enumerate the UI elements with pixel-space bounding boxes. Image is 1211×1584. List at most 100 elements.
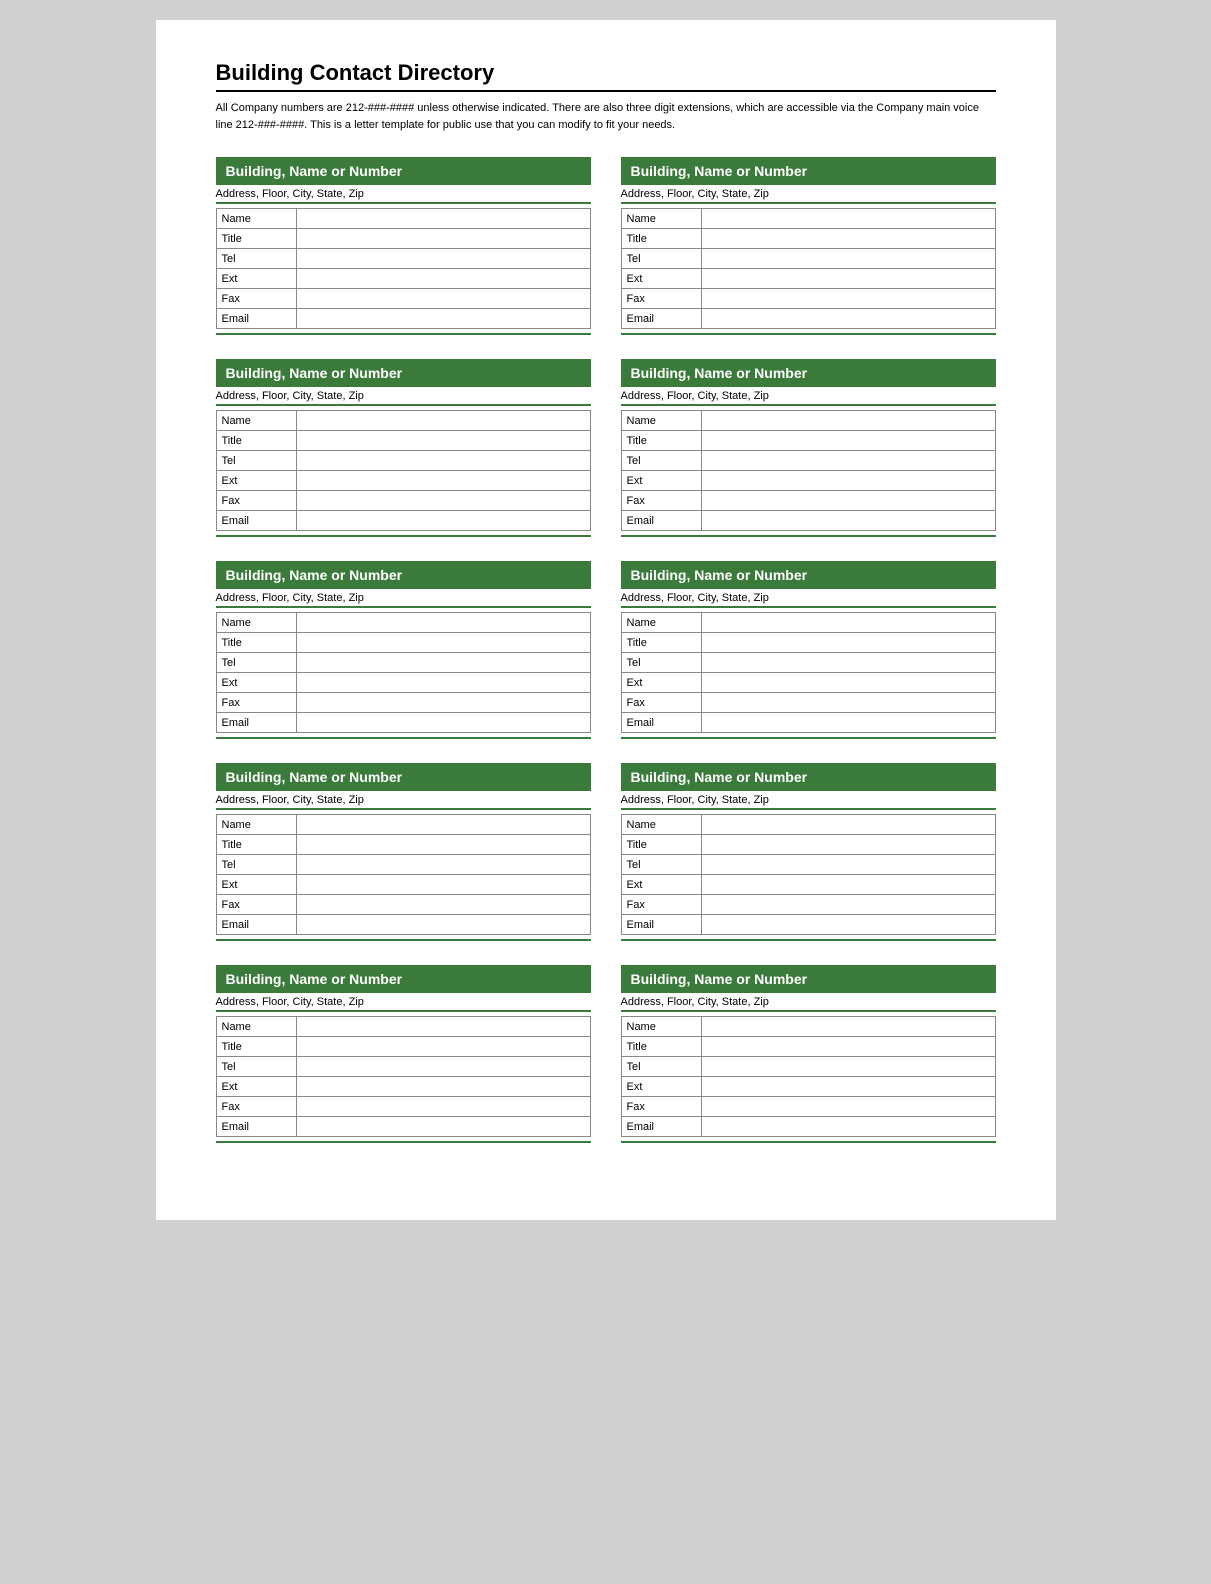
field-label: Tel	[216, 451, 296, 471]
field-value[interactable]	[296, 1117, 590, 1137]
field-value[interactable]	[296, 229, 590, 249]
field-value[interactable]	[296, 815, 590, 835]
field-value[interactable]	[296, 855, 590, 875]
field-value[interactable]	[701, 835, 995, 855]
field-value[interactable]	[296, 1037, 590, 1057]
table-row: Name	[216, 815, 590, 835]
field-label: Ext	[621, 1077, 701, 1097]
field-value[interactable]	[701, 431, 995, 451]
card-bottom-line	[216, 333, 591, 335]
field-label: Email	[216, 1117, 296, 1137]
field-value[interactable]	[296, 653, 590, 673]
field-label: Ext	[216, 269, 296, 289]
field-value[interactable]	[296, 875, 590, 895]
card-bottom-line	[216, 939, 591, 941]
table-row: Email	[621, 1117, 995, 1137]
table-row: Ext	[216, 1077, 590, 1097]
field-value[interactable]	[701, 855, 995, 875]
field-value[interactable]	[701, 1037, 995, 1057]
field-value[interactable]	[701, 875, 995, 895]
field-value[interactable]	[701, 471, 995, 491]
field-value[interactable]	[701, 653, 995, 673]
field-value[interactable]	[296, 673, 590, 693]
field-value[interactable]	[296, 835, 590, 855]
field-label: Name	[216, 1017, 296, 1037]
field-value[interactable]	[701, 915, 995, 935]
table-row: Ext	[621, 875, 995, 895]
field-value[interactable]	[296, 1017, 590, 1037]
card-header: Building, Name or Number	[216, 359, 591, 387]
field-label: Name	[216, 815, 296, 835]
field-value[interactable]	[701, 269, 995, 289]
table-row: Fax	[621, 1097, 995, 1117]
field-label: Fax	[216, 895, 296, 915]
field-value[interactable]	[701, 1017, 995, 1037]
field-value[interactable]	[296, 613, 590, 633]
field-value[interactable]	[296, 511, 590, 531]
field-value[interactable]	[701, 895, 995, 915]
table-row: Name	[216, 1017, 590, 1037]
field-label: Email	[216, 915, 296, 935]
field-value[interactable]	[701, 673, 995, 693]
field-label: Fax	[216, 693, 296, 713]
field-label: Tel	[621, 249, 701, 269]
contact-card-9: Building, Name or Number Address, Floor,…	[621, 965, 996, 1143]
field-value[interactable]	[701, 1117, 995, 1137]
field-value[interactable]	[701, 1097, 995, 1117]
field-label: Ext	[621, 875, 701, 895]
field-value[interactable]	[701, 411, 995, 431]
card-bottom-line	[621, 737, 996, 739]
field-value[interactable]	[701, 1077, 995, 1097]
field-value[interactable]	[701, 309, 995, 329]
field-value[interactable]	[701, 613, 995, 633]
table-row: Tel	[621, 451, 995, 471]
card-title: Building, Name or Number	[631, 163, 986, 179]
field-value[interactable]	[701, 1057, 995, 1077]
field-value[interactable]	[296, 471, 590, 491]
field-label: Name	[621, 815, 701, 835]
contact-table: Name Title Tel Ext Fax	[621, 208, 996, 329]
card-header: Building, Name or Number	[216, 965, 591, 993]
field-value[interactable]	[296, 249, 590, 269]
field-value[interactable]	[296, 269, 590, 289]
field-value[interactable]	[296, 1097, 590, 1117]
field-value[interactable]	[296, 411, 590, 431]
page-title: Building Contact Directory	[216, 60, 996, 92]
field-value[interactable]	[296, 309, 590, 329]
table-row: Tel	[216, 1057, 590, 1077]
table-row: Ext	[621, 269, 995, 289]
field-value[interactable]	[701, 491, 995, 511]
field-value[interactable]	[296, 209, 590, 229]
field-value[interactable]	[296, 289, 590, 309]
field-value[interactable]	[296, 431, 590, 451]
field-value[interactable]	[296, 633, 590, 653]
field-value[interactable]	[701, 229, 995, 249]
field-value[interactable]	[701, 633, 995, 653]
field-value[interactable]	[296, 1077, 590, 1097]
contact-card-7: Building, Name or Number Address, Floor,…	[621, 763, 996, 941]
table-row: Tel	[216, 451, 590, 471]
field-value[interactable]	[296, 1057, 590, 1077]
field-value[interactable]	[701, 693, 995, 713]
table-row: Title	[216, 229, 590, 249]
field-value[interactable]	[296, 713, 590, 733]
card-title: Building, Name or Number	[631, 971, 986, 987]
field-value[interactable]	[701, 451, 995, 471]
field-value[interactable]	[296, 895, 590, 915]
field-value[interactable]	[296, 693, 590, 713]
card-address: Address, Floor, City, State, Zip	[216, 390, 591, 402]
field-label: Tel	[216, 1057, 296, 1077]
field-value[interactable]	[701, 511, 995, 531]
field-value[interactable]	[701, 713, 995, 733]
table-row: Name	[621, 209, 995, 229]
field-value[interactable]	[701, 289, 995, 309]
field-value[interactable]	[296, 451, 590, 471]
table-row: Email	[216, 309, 590, 329]
field-value[interactable]	[701, 209, 995, 229]
field-value[interactable]	[296, 915, 590, 935]
field-value[interactable]	[296, 491, 590, 511]
page-description: All Company numbers are 212-###-#### unl…	[216, 100, 996, 133]
field-label: Email	[621, 511, 701, 531]
field-value[interactable]	[701, 815, 995, 835]
field-value[interactable]	[701, 249, 995, 269]
